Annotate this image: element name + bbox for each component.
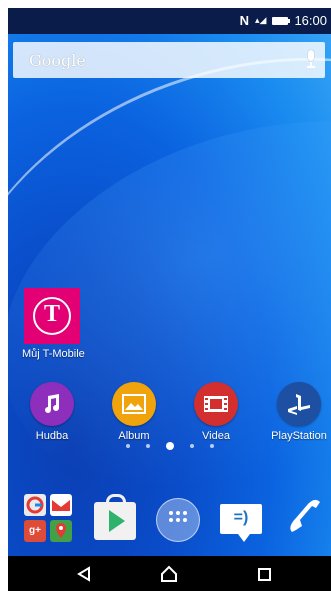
nfc-icon: N — [239, 13, 249, 28]
dock-messaging[interactable]: =) — [216, 492, 268, 544]
dock-google-apps-folder[interactable]: g+ — [22, 492, 74, 544]
home-icon[interactable] — [159, 564, 179, 584]
message-icon: =) — [220, 504, 262, 542]
page-dot[interactable] — [189, 444, 194, 448]
google-search-bar[interactable]: Google — [13, 42, 325, 78]
dock-app-drawer[interactable] — [152, 492, 204, 544]
app-my-t-mobile[interactable]: T Můj T-Mobile — [22, 288, 85, 360]
dock-phone[interactable] — [278, 492, 330, 544]
recent-apps-icon[interactable] — [254, 564, 274, 584]
app-label: PlayStation — [271, 430, 327, 442]
playstation-icon — [277, 382, 321, 426]
dock: g+ =) — [8, 486, 331, 552]
picture-icon — [112, 382, 156, 426]
status-bar: N ▴◢ 16:00 — [8, 8, 331, 34]
phone-icon — [290, 499, 320, 532]
back-icon[interactable] — [74, 564, 94, 584]
page-dot[interactable] — [145, 444, 150, 448]
film-icon — [194, 382, 238, 426]
apps-grid-icon — [156, 498, 200, 542]
app-label: Hudba — [35, 430, 69, 442]
home-screen: N ▴◢ 16:00 Google T Můj T-Mobile Hudba A… — [8, 8, 331, 591]
page-indicator — [8, 442, 331, 450]
page-dot[interactable] — [209, 444, 214, 448]
music-note-icon — [30, 382, 74, 426]
microphone-icon[interactable] — [305, 50, 317, 70]
app-label: Můj T-Mobile — [22, 348, 85, 360]
dock-play-store[interactable] — [90, 492, 142, 544]
clock: 16:00 — [294, 13, 327, 28]
app-playstation[interactable]: PlayStation — [267, 382, 331, 442]
app-label: Videa — [202, 430, 230, 442]
search-label: Google — [29, 51, 86, 70]
app-hudba[interactable]: Hudba — [24, 382, 80, 442]
app-label: Album — [118, 430, 150, 442]
signal-icon: ▴◢ — [255, 15, 267, 25]
play-store-icon — [94, 494, 136, 540]
folder-icon: g+ — [22, 492, 74, 544]
app-videa[interactable]: Videa — [188, 382, 244, 442]
page-dot[interactable] — [125, 444, 130, 448]
t-mobile-icon: T — [24, 288, 80, 344]
battery-icon — [272, 16, 291, 25]
page-dot-active[interactable] — [165, 442, 174, 450]
app-album[interactable]: Album — [106, 382, 162, 442]
navigation-bar — [8, 556, 331, 591]
